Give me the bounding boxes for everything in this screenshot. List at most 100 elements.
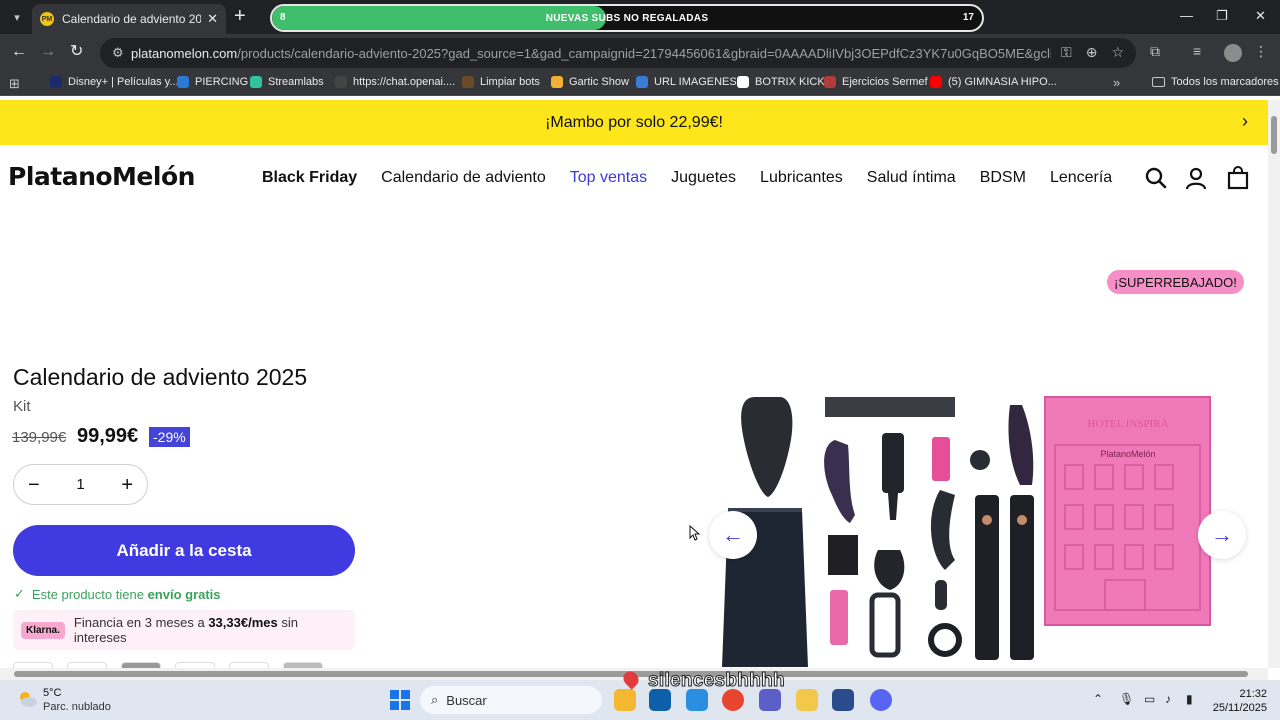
- add-to-cart-button[interactable]: Añadir a la cesta: [13, 525, 355, 576]
- duck-app-icon[interactable]: [796, 689, 818, 711]
- cart-bag-icon[interactable]: [1226, 166, 1250, 190]
- gallery-prev-arrow-icon[interactable]: ←: [709, 511, 757, 559]
- site-logo[interactable]: PlatanoMelón: [8, 162, 195, 191]
- file-explorer-icon[interactable]: [614, 689, 636, 711]
- sale-badge: ¡SUPERREBAJADO!: [1107, 270, 1244, 294]
- bookmark-botrix-kick[interactable]: BOTRIX KICK: [737, 76, 825, 88]
- tab-favicon: PM: [40, 12, 54, 26]
- system-clock[interactable]: 21:32 25/11/2025: [1213, 687, 1267, 715]
- bookmark-piercing[interactable]: PIERCING: [177, 76, 248, 88]
- new-tab-plus-icon[interactable]: +: [234, 6, 246, 26]
- nav-calendario[interactable]: Calendario de adviento: [381, 169, 546, 187]
- minimize-icon[interactable]: —: [1180, 8, 1193, 23]
- tray-expand-icon[interactable]: ⌃: [1093, 692, 1103, 706]
- battery-icon[interactable]: ▮: [1186, 692, 1193, 706]
- bookmarks-overflow-icon[interactable]: »: [1113, 75, 1120, 90]
- bookmark-streamlabs[interactable]: Streamlabs: [250, 76, 324, 88]
- check-icon: ✓: [14, 586, 25, 601]
- bookmarks-bar: ⊞ Disney+ | Películas y... PIERCING Stre…: [0, 72, 1280, 96]
- promo-text: ¡Mambo por solo 22,99€!: [545, 113, 723, 131]
- address-bar[interactable]: ⚙ platanomelon.com/products/calendario-a…: [100, 38, 1136, 68]
- tab-search-chevron-icon[interactable]: ▾: [6, 7, 28, 27]
- bookmark-limpiar-bots[interactable]: Limpiar bots: [462, 76, 540, 88]
- piercing-icon: [177, 76, 189, 88]
- stream-goal-bar: 8 NUEVAS SUBS NO REGALADAS 17: [270, 4, 984, 32]
- profile-avatar[interactable]: [1224, 44, 1242, 62]
- nav-salud-intima[interactable]: Salud íntima: [867, 169, 956, 187]
- weather-temperature[interactable]: 5°C: [43, 687, 61, 699]
- bookmark-disney[interactable]: Disney+ | Películas y...: [50, 76, 179, 88]
- forward-arrow-icon[interactable]: →: [40, 42, 56, 62]
- box-brand: PlatanoMelón: [1100, 449, 1155, 459]
- discount-badge: -29%: [149, 427, 190, 447]
- klarna-financing[interactable]: Klarna. Financia en 3 meses a 33,33€/mes…: [13, 610, 355, 650]
- discord-icon[interactable]: [870, 689, 892, 711]
- vertical-scrollbar[interactable]: [1268, 100, 1280, 668]
- streamlabs-icon: [250, 76, 262, 88]
- increase-plus-icon[interactable]: +: [121, 475, 133, 495]
- quantity-value[interactable]: 1: [76, 476, 84, 493]
- nav-black-friday[interactable]: Black Friday: [262, 169, 357, 187]
- tab-title: Calendario de adviento 2025 – P: [62, 12, 202, 26]
- chrome-icon[interactable]: [722, 689, 744, 711]
- media-controls-icon[interactable]: ≡: [1193, 43, 1201, 59]
- search-icon[interactable]: [1144, 166, 1168, 190]
- browser-tab[interactable]: PM Calendario de adviento 2025 – P ✕: [32, 4, 226, 34]
- back-arrow-icon[interactable]: ←: [11, 42, 27, 62]
- mail-data-icon[interactable]: [832, 689, 854, 711]
- browser-menu-icon[interactable]: ⋮: [1254, 43, 1268, 60]
- reload-icon[interactable]: ↻: [70, 42, 83, 62]
- mail-app-icon[interactable]: [686, 689, 708, 711]
- klarna-text: Financia en 3 meses a 33,33€/mes sin int…: [73, 615, 298, 645]
- search-icon: ⌕: [431, 692, 439, 707]
- gallery-next-arrow-icon[interactable]: →: [1198, 511, 1246, 559]
- bookmark-ejercicios-sermef[interactable]: Ejercicios Sermef: [824, 76, 928, 88]
- tab-close-icon[interactable]: ✕: [207, 11, 218, 27]
- site-info-icon[interactable]: ⚙: [112, 45, 124, 61]
- window-close-icon[interactable]: ✕: [1255, 8, 1266, 24]
- account-icon[interactable]: [1184, 166, 1208, 190]
- bookmark-url-imagenes[interactable]: URL IMAGENES: [636, 76, 737, 88]
- shipping-text: Este producto tiene envío gratis: [31, 586, 221, 602]
- weather-cloud-icon[interactable]: [16, 688, 38, 710]
- product-image[interactable]: HOTEL INSPIRA PlatanoMelón: [710, 385, 1250, 668]
- maximize-icon[interactable]: ❐: [1216, 8, 1228, 24]
- openai-icon: [335, 76, 347, 88]
- promo-banner[interactable]: ¡Mambo por solo 22,99€! ›: [0, 100, 1268, 145]
- windows-start-icon[interactable]: [390, 690, 410, 710]
- bookmark-youtube-gimnasia[interactable]: (5) GIMNASIA HIPO...: [930, 76, 1057, 88]
- teams-icon[interactable]: [759, 689, 781, 711]
- zoom-icon[interactable]: ⊕: [1086, 44, 1098, 61]
- shipping-info: ✓ Este producto tiene envío gratis: [14, 586, 221, 602]
- nav-bdsm[interactable]: BDSM: [980, 169, 1026, 187]
- all-bookmarks-folder[interactable]: Todos los marcadores: [1152, 76, 1279, 88]
- chevron-right-icon[interactable]: ›: [1242, 111, 1248, 132]
- clock-time: 21:32: [1239, 688, 1267, 700]
- nav-juguetes[interactable]: Juguetes: [671, 169, 736, 187]
- url-text[interactable]: platanomelon.com/products/calendario-adv…: [131, 46, 1051, 61]
- stream-goal-text: NUEVAS SUBS NO REGALADAS: [545, 13, 709, 24]
- nav-lubricantes[interactable]: Lubricantes: [760, 169, 843, 187]
- weather-description[interactable]: Parc. nublado: [43, 701, 111, 713]
- volume-icon[interactable]: ♪: [1165, 692, 1171, 706]
- microphone-icon[interactable]: 🎙: [1119, 692, 1134, 706]
- bookmark-star-icon[interactable]: ☆: [1111, 44, 1124, 61]
- sale-price: 99,99€: [77, 425, 139, 447]
- nav-top-ventas[interactable]: Top ventas: [570, 169, 647, 187]
- bookmark-gartic-show[interactable]: Gartic Show: [551, 76, 629, 88]
- taskbar-search-box[interactable]: ⌕ Buscar: [420, 686, 602, 714]
- windows-taskbar: 5°C Parc. nublado ⌕ Buscar ⌃ 🎙 ▭ ♪ ▮ 21:…: [0, 680, 1280, 720]
- bookmark-chatgpt[interactable]: https://chat.openai....: [335, 76, 455, 88]
- password-key-icon[interactable]: ⚿: [1061, 44, 1072, 61]
- nav-lenceria[interactable]: Lencería: [1050, 169, 1112, 187]
- store-icon[interactable]: [649, 689, 671, 711]
- extensions-puzzle-icon[interactable]: ⧉: [1150, 43, 1160, 60]
- vertical-scroll-thumb[interactable]: [1271, 116, 1277, 154]
- apps-grid-icon[interactable]: ⊞: [9, 76, 20, 92]
- taskbar-search-placeholder: Buscar: [446, 692, 487, 708]
- youtube-icon: [930, 76, 942, 88]
- stream-goal-target: 17: [962, 12, 974, 23]
- klarna-logo: Klarna.: [21, 621, 65, 639]
- network-icon[interactable]: ▭: [1144, 692, 1155, 706]
- decrease-minus-icon[interactable]: −: [28, 475, 40, 495]
